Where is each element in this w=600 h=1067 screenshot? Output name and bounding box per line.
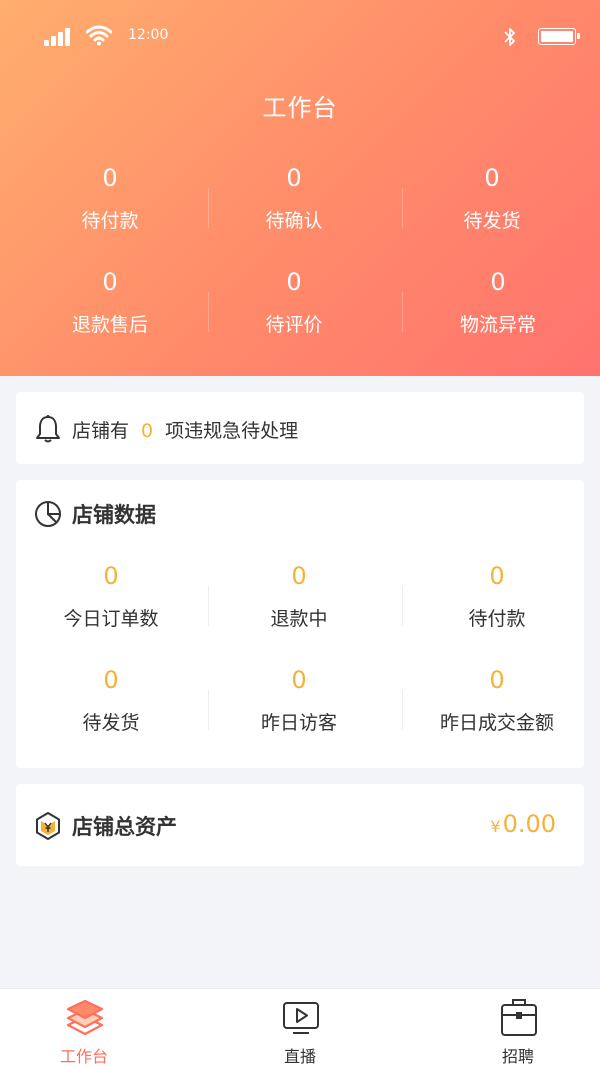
stat-value: 0 xyxy=(103,666,119,694)
stat-label: 昨日成交金额 xyxy=(439,712,554,734)
stat-value: 0 xyxy=(291,562,307,590)
stat-label: 待评价 xyxy=(265,314,323,336)
tab-label: 工作台 xyxy=(59,1047,108,1066)
status-bar: 12:00 xyxy=(0,0,600,70)
stat-pending-confirm[interactable]: 0 待确认 xyxy=(194,164,394,233)
bottom-tab-bar: 工作台 直播 招聘 xyxy=(0,988,600,1067)
assets-amount: ¥0.00 xyxy=(490,810,556,838)
bluetooth-icon xyxy=(504,28,515,46)
stat-yesterday-visitors[interactable]: 0 昨日访客 xyxy=(204,666,394,735)
divider xyxy=(208,188,209,228)
stat-pending-shipment[interactable]: 0 待发货 xyxy=(392,164,592,233)
stat-refund-aftersale[interactable]: 0 退款售后 xyxy=(10,268,210,337)
alert-prefix: 店铺有 xyxy=(72,420,130,442)
tab-workbench[interactable]: 工作台 xyxy=(24,989,144,1067)
play-icon xyxy=(283,1002,319,1034)
divider xyxy=(402,690,403,730)
signal-icon xyxy=(44,28,72,46)
pie-chart-icon xyxy=(35,501,61,527)
layers-icon xyxy=(66,999,104,1036)
stat-label: 退款中 xyxy=(270,608,328,630)
stat-label: 物流异常 xyxy=(459,314,536,336)
stat-label: 待发货 xyxy=(82,712,140,734)
tab-recruit[interactable]: 招聘 xyxy=(458,989,578,1067)
store-assets-card[interactable]: 店铺总资产 ¥0.00 xyxy=(16,784,584,866)
divider xyxy=(402,188,403,228)
divider xyxy=(402,292,403,332)
hexagon-yen-icon xyxy=(36,812,60,840)
header: 12:00 工作台 0 待付款 0 待确认 0 待发货 0 退款售后 0 待评价… xyxy=(0,0,600,376)
stat-yesterday-gmv[interactable]: 0 昨日成交金额 xyxy=(402,666,592,735)
stat-pending-payment[interactable]: 0 待付款 xyxy=(10,164,210,233)
bell-icon xyxy=(36,415,60,443)
stat-value: 0 xyxy=(286,164,302,192)
tab-label: 招聘 xyxy=(501,1047,534,1066)
stat-value: 0 xyxy=(489,562,505,590)
store-data-title: 店铺数据 xyxy=(72,503,156,527)
divider xyxy=(208,690,209,730)
tab-label: 直播 xyxy=(283,1047,316,1066)
stat-value: 0 xyxy=(102,164,118,192)
divider xyxy=(208,586,209,626)
store-data-card: 店铺数据 0 今日订单数 0 退款中 0 待付款 0 待发货 0 昨日访客 0 … xyxy=(16,480,584,768)
store-assets-title: 店铺总资产 xyxy=(72,815,177,839)
stat-pending-shipment[interactable]: 0 待发货 xyxy=(16,666,206,735)
stat-pending-payment[interactable]: 0 待付款 xyxy=(402,562,592,631)
wifi-icon xyxy=(86,25,112,46)
stat-label: 待付款 xyxy=(468,608,526,630)
stat-value: 0 xyxy=(484,164,500,192)
alert-count: 0 xyxy=(141,420,154,442)
stat-value: 0 xyxy=(490,268,506,296)
amount-value: 0.00 xyxy=(502,810,556,838)
divider xyxy=(402,586,403,626)
stat-value: 0 xyxy=(286,268,302,296)
status-time: 12:00 xyxy=(128,27,169,43)
tab-live[interactable]: 直播 xyxy=(240,989,360,1067)
stat-label: 待发货 xyxy=(463,210,521,232)
stat-label: 待付款 xyxy=(81,210,139,232)
currency-symbol: ¥ xyxy=(490,817,501,836)
page-title: 工作台 xyxy=(262,94,338,122)
stat-pending-review[interactable]: 0 待评价 xyxy=(194,268,394,337)
divider xyxy=(208,292,209,332)
briefcase-icon xyxy=(501,999,537,1036)
stat-logistics-exception[interactable]: 0 物流异常 xyxy=(398,268,598,337)
stat-label: 待确认 xyxy=(265,210,323,232)
stat-value: 0 xyxy=(291,666,307,694)
stat-value: 0 xyxy=(103,562,119,590)
violation-alert-card[interactable]: 店铺有 0 项违规急待处理 xyxy=(16,392,584,464)
stat-label: 今日订单数 xyxy=(63,608,159,630)
stat-value: 0 xyxy=(102,268,118,296)
stat-label: 昨日访客 xyxy=(260,712,337,734)
alert-text: 店铺有 0 项违规急待处理 xyxy=(72,416,298,443)
stat-value: 0 xyxy=(489,666,505,694)
stat-label: 退款售后 xyxy=(71,314,148,336)
battery-icon xyxy=(538,28,580,45)
stat-refunding[interactable]: 0 退款中 xyxy=(204,562,394,631)
stat-today-orders[interactable]: 0 今日订单数 xyxy=(16,562,206,631)
alert-suffix: 项违规急待处理 xyxy=(165,420,299,442)
